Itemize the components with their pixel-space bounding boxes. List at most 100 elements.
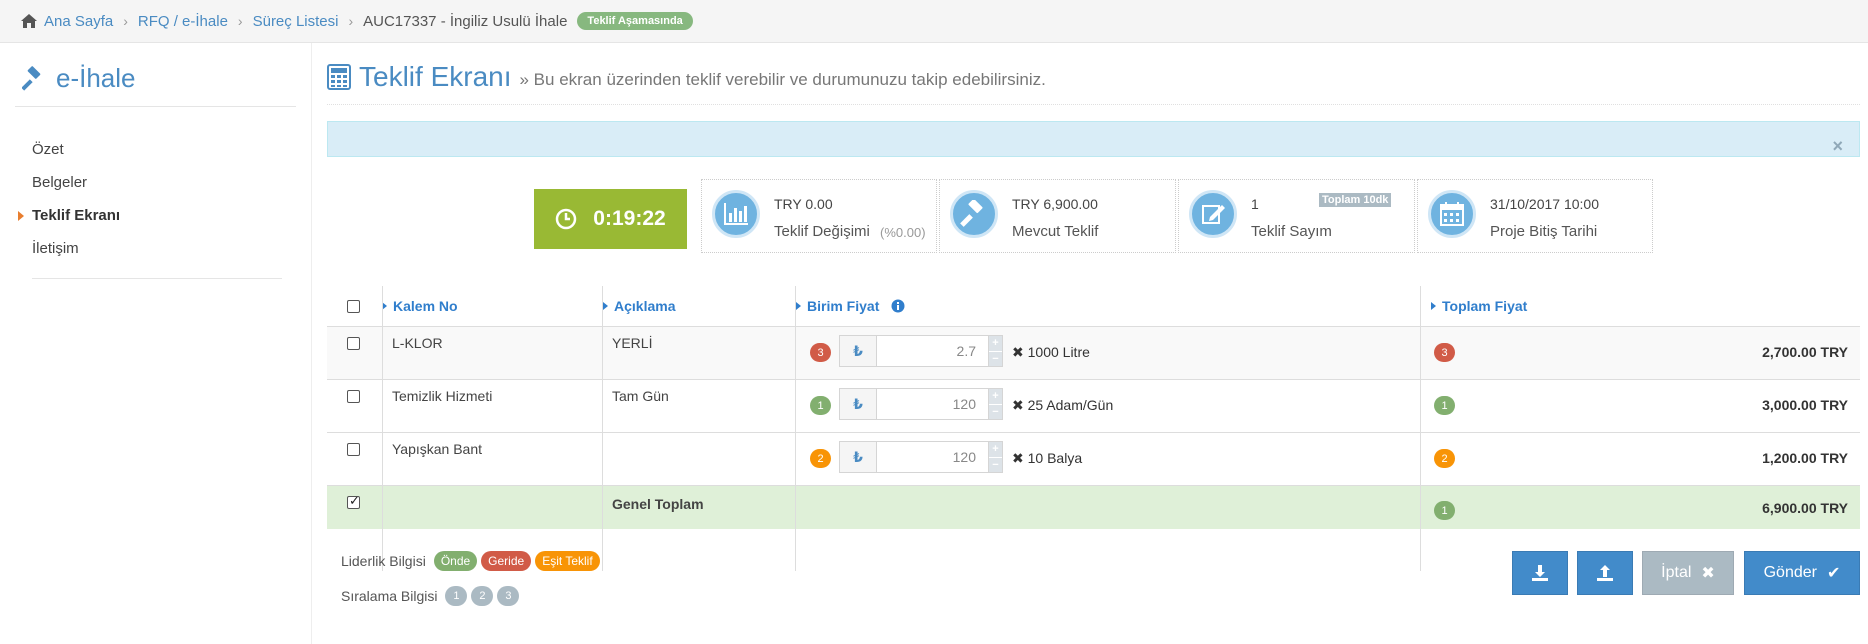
stat-change: TRY 0.00 Teklif Değişimi (%0.00) [701,179,937,253]
breadcrumb-rfq-link[interactable]: RFQ / e-İhale [138,13,228,30]
rank-badge: 3 [810,343,831,362]
decrement-button[interactable]: − [989,456,1002,472]
rank-label: Sıralama Bilgisi [341,588,438,604]
breadcrumb-separator: › [237,13,243,29]
column-header-unit-price[interactable]: Birim Fiyat [796,286,905,326]
item-no: L-KLOR [392,335,443,351]
rank-badge-1: 1 [445,586,468,606]
stat-change-label: Teklif Değişimi [774,223,870,240]
stat-count-tag: Toplam 10dk [1319,193,1392,207]
unit-price-input[interactable]: ₺ 2.7 + − [839,335,1003,367]
row-checkbox[interactable] [347,443,360,456]
decrement-button[interactable]: − [989,350,1002,366]
check-icon: ✔ [1826,565,1841,582]
stat-change-percent: (%0.00) [880,225,926,240]
total-rank-badge: 2 [1434,449,1455,468]
lira-icon: ₺ [840,442,877,472]
sidebar-title: e-İhale [22,63,136,94]
info-icon[interactable] [891,299,905,313]
cancel-button[interactable]: İptal ✖ [1642,551,1734,595]
grand-total-checkbox[interactable] [347,493,360,509]
unit-price-value[interactable]: 2.7 [877,336,988,366]
breadcrumb-separator: › [348,13,354,29]
row-checkbox[interactable] [347,337,360,350]
sidebar-nav: Özet Belgeler Teklif Ekranı İletişim [17,138,120,270]
unit-price-value[interactable]: 120 [877,389,988,419]
close-icon[interactable]: × [1832,137,1843,155]
breadcrumb-process-list-link[interactable]: Süreç Listesi [253,13,339,30]
unit-price-value[interactable]: 120 [877,442,988,472]
stat-change-value: TRY 0.00 [774,196,833,212]
sidebar-item-iletisim[interactable]: İletişim [32,237,120,270]
table-header: Kalem No Açıklama Birim Fiyat Toplam Fiy… [327,286,1860,326]
status-badge: Teklif Aşamasında [577,12,693,30]
calculator-icon [327,64,351,90]
item-no: Temizlik Hizmeti [392,388,493,404]
increment-button[interactable]: + [989,336,1002,351]
total-rank-badge: 3 [1434,343,1455,362]
grand-total-label: Genel Toplam [612,496,704,512]
column-divider [602,286,603,571]
column-header-total-price[interactable]: Toplam Fiyat [1431,286,1527,326]
total-price: 3,000.00 TRY [1762,397,1848,413]
column-divider [795,286,796,571]
stat-count-value: 1 [1251,196,1259,212]
download-button[interactable] [1512,551,1568,595]
gavel-icon [22,65,41,91]
column-divider [1420,286,1421,571]
total-rank-badge: 1 [1434,396,1455,415]
unit-price-input[interactable]: ₺ 120 + − [839,441,1003,473]
rank-badge: 1 [810,396,831,415]
grand-total-rank-badge: 1 [1434,501,1455,520]
divider [32,278,282,279]
grand-total-row: Genel Toplam 1 6,900.00 TRY [327,485,1860,529]
row-checkbox[interactable] [347,390,360,403]
rank-badge-2: 2 [471,586,494,606]
stat-end-value: 31/10/2017 10:00 [1490,196,1599,212]
quantity-unit: ✖ 25 Adam/Gün [1012,397,1114,413]
breadcrumb-separator: › [123,13,128,29]
decrement-button[interactable]: − [989,403,1002,419]
stat-current-value: TRY 6,900.00 [1012,196,1098,212]
send-button-label: Gönder [1763,564,1817,581]
upload-icon [1597,565,1613,581]
price-stepper[interactable]: + − [988,336,1002,366]
leadership-legend: Liderlik Bilgisi Önde Geride Eşit Teklif [341,551,600,571]
breadcrumb-home-link[interactable]: Ana Sayfa [44,13,113,30]
stat-current-label: Mevcut Teklif [1012,223,1099,240]
send-button[interactable]: Gönder ✔ [1744,551,1860,595]
table-row: Temizlik Hizmeti Tam Gün 1 ₺ 120 + − ✖ 25… [327,379,1860,432]
sidebar-item-belgeler[interactable]: Belgeler [32,171,120,204]
select-all-checkbox[interactable] [347,300,360,313]
home-icon[interactable] [20,13,38,29]
price-stepper[interactable]: + − [988,389,1002,419]
cancel-button-label: İptal [1661,564,1692,581]
equal-offer-badge: Eşit Teklif [535,551,600,571]
rank-legend: Sıralama Bilgisi 1 2 3 [341,586,520,606]
lira-icon: ₺ [840,389,877,419]
page-subtitle: » Bu ekran üzerinden teklif verebilir ve… [519,70,1046,89]
total-price: 2,700.00 TRY [1762,344,1848,360]
sidebar-item-ozet[interactable]: Özet [32,138,120,171]
timer-value: 0:19:22 [593,207,666,230]
quantity-unit: ✖ 1000 Litre [1012,344,1090,360]
stat-current-offer: TRY 6,900.00 Mevcut Teklif [939,179,1176,253]
behind-badge: Geride [481,551,532,571]
sidebar-item-teklif-ekrani[interactable]: Teklif Ekranı [17,204,120,237]
increment-button[interactable]: + [989,389,1002,404]
divider [15,106,296,107]
price-stepper[interactable]: + − [988,442,1002,472]
gavel-icon [950,190,998,238]
column-header-description[interactable]: Açıklama [603,286,675,326]
increment-button[interactable]: + [989,442,1002,457]
leading-badge: Önde [433,551,478,571]
column-header-item-no[interactable]: Kalem No [382,286,458,326]
upload-button[interactable] [1577,551,1633,595]
column-divider [382,286,383,571]
item-description: YERLİ [612,335,653,351]
breadcrumb: Ana Sayfa › RFQ / e-İhale › Süreç Listes… [0,0,1868,43]
rank-badge: 2 [810,449,831,468]
table-row: Yapışkan Bant 2 ₺ 120 + − ✖ 10 Balya 2 1,… [327,432,1860,485]
unit-price-input[interactable]: ₺ 120 + − [839,388,1003,420]
sidebar-title-text: e-İhale [56,63,136,93]
